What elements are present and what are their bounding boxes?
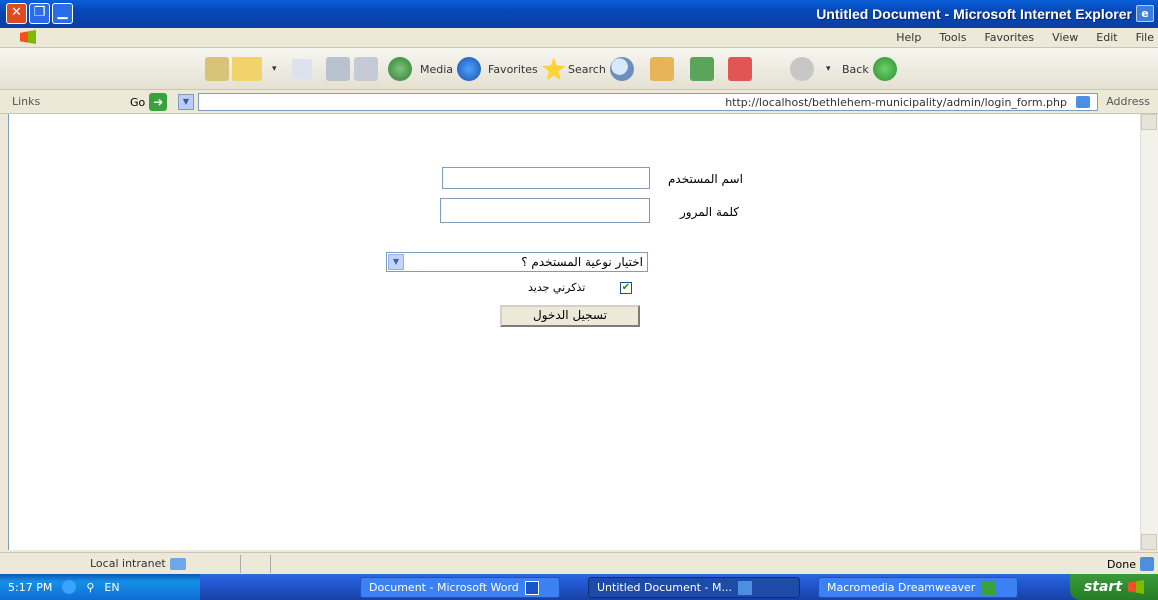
word-icon <box>292 59 312 79</box>
address-label: Address <box>1106 95 1150 108</box>
go-icon: ➜ <box>149 93 168 111</box>
menu-tools[interactable]: Tools <box>939 31 966 44</box>
task-word[interactable]: Document - Microsoft Word <box>360 577 560 598</box>
system-tray: 5:17 PM ⚲ EN <box>0 574 200 600</box>
search-button[interactable]: Search <box>568 56 634 82</box>
task-dreamweaver[interactable]: Macromedia Dreamweaver <box>818 577 1018 598</box>
password-input[interactable] <box>440 198 650 223</box>
status-bar: Local intranet Done <box>0 552 1158 574</box>
login-button[interactable]: تسجيل الدخول <box>500 305 640 327</box>
scroll-down-button[interactable] <box>1141 534 1157 550</box>
task-ie[interactable]: Untitled Document - M... <box>588 577 800 598</box>
menu-edit[interactable]: Edit <box>1096 31 1117 44</box>
refresh-button[interactable] <box>690 56 714 82</box>
close-icon: ✕ <box>11 5 22 20</box>
windows-flag-icon <box>1128 580 1145 594</box>
maximize-button[interactable]: ❐ <box>29 3 50 24</box>
edit-button[interactable] <box>232 56 262 82</box>
word-icon <box>524 580 539 595</box>
history-icon <box>388 57 412 81</box>
ie-icon <box>737 580 752 595</box>
discuss-button[interactable] <box>205 56 229 82</box>
address-dropdown[interactable]: ▼ <box>178 94 194 110</box>
title-bar: ✕ ❐ ▁ Untitled Document - Microsoft Inte… <box>0 0 1158 28</box>
username-input[interactable] <box>442 167 650 189</box>
print-icon <box>326 57 350 81</box>
standard-toolbar: ▾ Media Favorites Search ▾ Back <box>0 48 1158 90</box>
windows-flag-icon <box>20 30 36 44</box>
taskbar: 5:17 PM ⚲ EN Document - Microsoft Word U… <box>0 574 1158 600</box>
edit-icon <box>232 57 262 81</box>
home-button[interactable] <box>650 56 674 82</box>
menu-help[interactable]: Help <box>896 31 921 44</box>
stop-button[interactable] <box>728 56 752 82</box>
remember-label: تذكرني جديد <box>528 281 586 294</box>
print-button[interactable] <box>326 56 350 82</box>
media-button[interactable]: Media <box>420 56 482 82</box>
ie-page-icon <box>1076 96 1090 108</box>
menu-bar: Help Tools Favorites View Edit File <box>0 28 1158 48</box>
menu-favorites[interactable]: Favorites <box>984 31 1034 44</box>
close-button[interactable]: ✕ <box>6 3 27 24</box>
minimize-button[interactable]: ▁ <box>52 3 73 24</box>
links-label[interactable]: Links <box>12 95 40 108</box>
password-label: كلمة المرور <box>680 205 740 219</box>
forward-icon <box>790 57 814 81</box>
window-title: Untitled Document - Microsoft Internet E… <box>816 6 1132 22</box>
go-button[interactable]: Go ➜ <box>130 93 168 111</box>
edit-dropdown[interactable]: ▾ <box>272 56 277 82</box>
remember-checkbox[interactable]: ✔ <box>620 282 632 294</box>
media-icon <box>457 57 482 81</box>
forward-dropdown[interactable]: ▾ <box>826 56 831 82</box>
chevron-down-icon[interactable]: ▼ <box>388 254 404 270</box>
scroll-up-button[interactable] <box>1141 114 1157 130</box>
username-label: اسم المستخدم <box>668 172 743 186</box>
minimize-icon: ▁ <box>57 5 68 20</box>
back-button[interactable]: Back <box>842 56 897 82</box>
back-icon <box>872 57 897 81</box>
network-icon[interactable]: ⚲ <box>86 581 94 594</box>
search-icon <box>609 57 634 81</box>
mail-icon <box>354 57 378 81</box>
menu-file[interactable]: File <box>1136 31 1154 44</box>
vertical-scrollbar[interactable] <box>1140 114 1158 550</box>
menu-items: Help Tools Favorites View Edit File <box>896 31 1154 44</box>
user-type-select[interactable]: اختيار نوعية المستخدم ؟ <box>386 252 648 272</box>
address-bar: Links Go ➜ ▼ http://localhost/bethlehem-… <box>0 90 1158 114</box>
language-indicator[interactable]: EN <box>104 581 119 594</box>
ie-app-icon: e <box>1136 5 1154 22</box>
favorites-icon <box>541 57 566 81</box>
start-button[interactable]: start <box>1070 574 1158 600</box>
refresh-icon <box>690 57 714 81</box>
stop-icon <box>728 57 752 81</box>
history-button[interactable] <box>388 56 412 82</box>
clock[interactable]: 5:17 PM <box>8 581 52 594</box>
intranet-icon <box>169 557 186 570</box>
menu-view[interactable]: View <box>1052 31 1078 44</box>
favorites-button[interactable]: Favorites <box>488 56 566 82</box>
maximize-icon: ❐ <box>33 5 46 20</box>
speaker-icon[interactable] <box>62 580 77 594</box>
status-text: Done <box>1107 557 1154 571</box>
ie-page-icon <box>1140 557 1154 571</box>
mail-button[interactable] <box>354 56 378 82</box>
dreamweaver-icon <box>981 580 996 595</box>
discuss-icon <box>205 57 229 81</box>
address-input[interactable]: http://localhost/bethlehem-municipality/… <box>198 93 1098 111</box>
forward-button[interactable] <box>790 56 814 82</box>
home-icon <box>650 57 674 81</box>
security-zone: Local intranet <box>90 557 186 570</box>
word-button[interactable] <box>292 56 312 82</box>
